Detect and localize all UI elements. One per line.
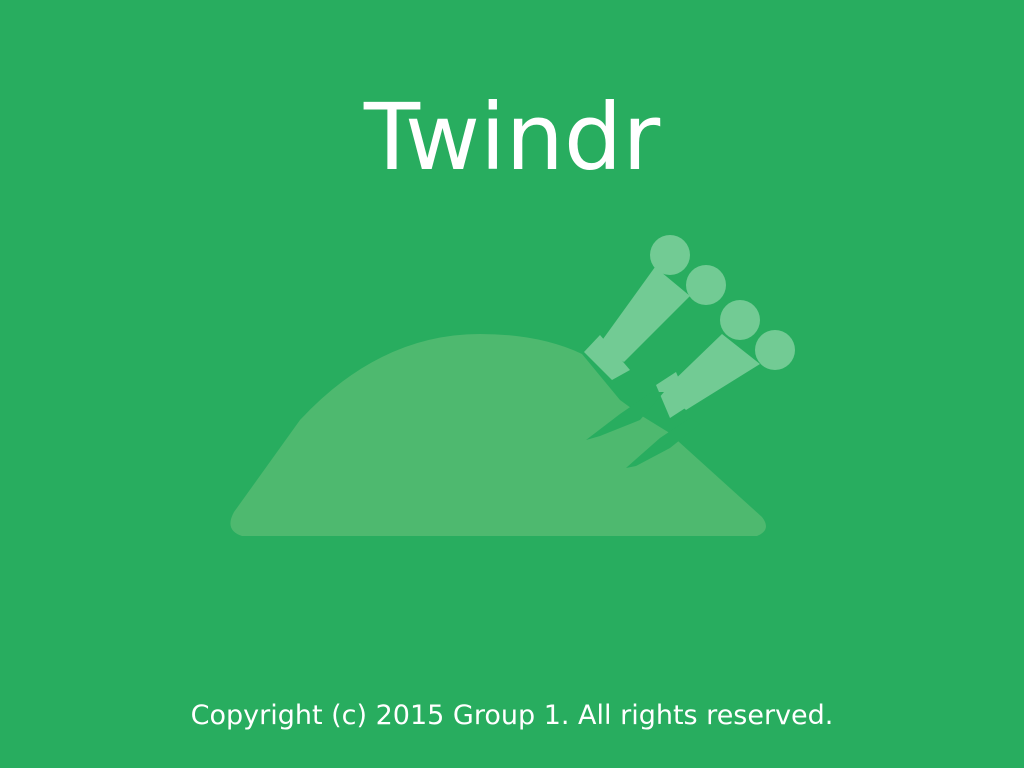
copyright-text: Copyright (c) 2015 Group 1. All rights r… xyxy=(190,700,834,731)
splash-screen: Twindr Copyright (c) 2015 Group 1. All r… xyxy=(0,0,1024,768)
roast-chicken-icon xyxy=(230,235,795,536)
